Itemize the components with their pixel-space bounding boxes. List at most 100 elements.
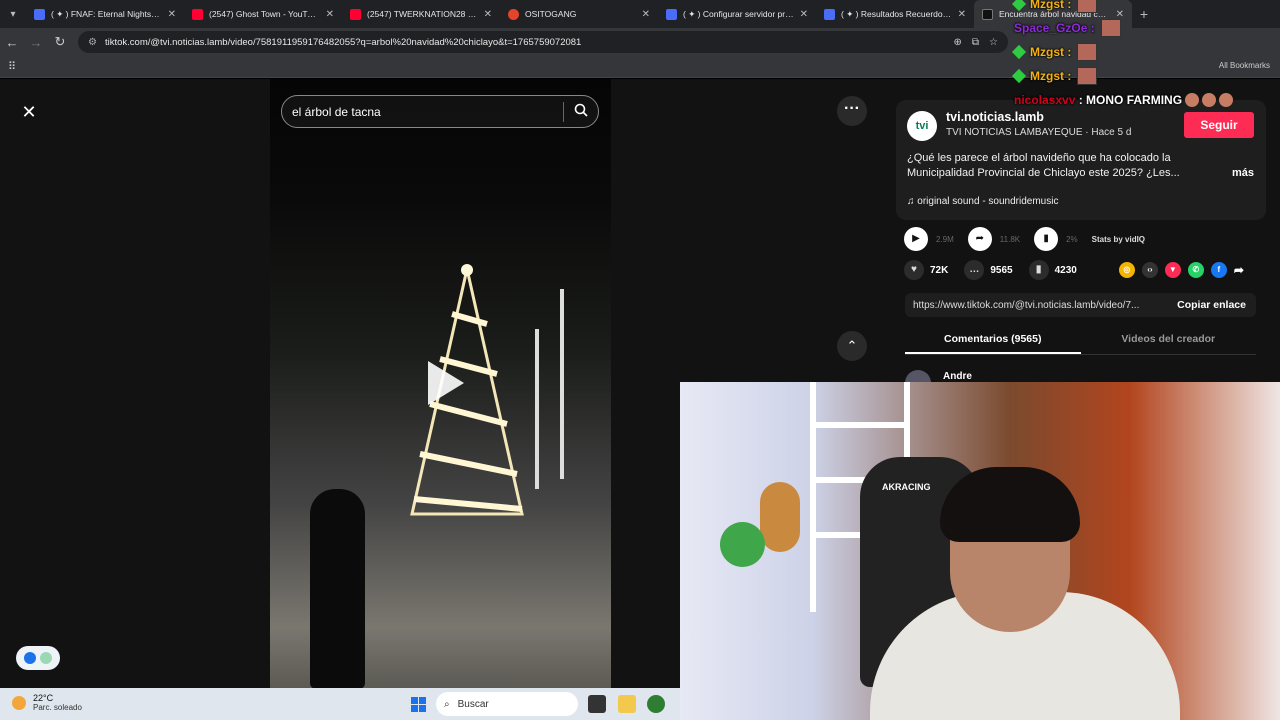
copy-link-button[interactable]: Copiar enlace	[1167, 299, 1256, 311]
forward-button[interactable]: →	[24, 35, 48, 50]
emote-icon	[1077, 0, 1098, 13]
share-count: 11.8K	[999, 234, 1021, 244]
search-icon: ⌕	[444, 698, 450, 710]
address-bar[interactable]: ⚙ tiktok.com/@tvi.noticias.lamb/video/75…	[78, 31, 1008, 53]
tab-5[interactable]: ( ✦ ) Resultados Recuerdos v0. ✕	[816, 0, 974, 28]
search-input[interactable]: el árbol de tacna	[292, 105, 563, 119]
sound-title: original sound - soundridemusic	[917, 196, 1059, 207]
windows-taskbar: 22°C Parc. soleado ⌕ Buscar	[0, 688, 680, 720]
share-icon[interactable]: ➦	[1234, 263, 1244, 277]
youtube-icon	[192, 8, 203, 20]
install-icon[interactable]: ⧉	[972, 37, 979, 48]
weather-widget[interactable]: 22°C Parc. soleado	[12, 693, 82, 712]
emote-icon	[1100, 19, 1121, 37]
creator-username[interactable]: tvi.noticias.lamb	[946, 110, 1044, 124]
close-tab-icon[interactable]: ✕	[958, 9, 966, 20]
tab-4[interactable]: ( ✦ ) Configurar servidor privad ✕	[658, 0, 816, 28]
close-video-button[interactable]: ✕	[18, 101, 40, 123]
video-description: ¿Qué les parece el árbol navideño que ha…	[907, 152, 1180, 179]
back-button[interactable]: ←	[0, 35, 24, 50]
chat-message: MONO FARMING	[1086, 93, 1183, 107]
extension-widget[interactable]	[16, 646, 60, 670]
christmas-tree-graphic	[410, 264, 524, 516]
chrome-icon[interactable]	[647, 695, 665, 713]
embed-icon[interactable]: ‹›	[1141, 262, 1158, 278]
more-options-button[interactable]: ···	[837, 96, 867, 126]
reload-button[interactable]: ↻	[48, 34, 72, 50]
vidiq-label[interactable]: Stats by vidIQ	[1092, 235, 1145, 244]
commenter-name[interactable]: Andre	[905, 371, 972, 382]
chat-line: Mzgst :	[1011, 42, 1098, 62]
bookmark-star-icon[interactable]: ☆	[989, 37, 998, 48]
chair-brand: AKRACING	[882, 482, 931, 492]
task-view-icon[interactable]	[588, 695, 606, 713]
zoom-icon[interactable]: ⊕	[954, 37, 962, 48]
apps-grid-icon[interactable]: ⠿	[8, 60, 16, 73]
close-tab-icon[interactable]: ✕	[168, 9, 176, 20]
comment-icon[interactable]: …	[964, 260, 985, 280]
power-icon	[40, 652, 52, 664]
chat-user: Mzgst	[1030, 0, 1064, 11]
chat-user: nicolasxvv	[1014, 93, 1076, 107]
chat-line: Mzgst :	[1011, 66, 1098, 86]
play-icon[interactable]	[428, 361, 464, 405]
comments-tabs: Comentarios (9565) Videos del creador	[905, 325, 1256, 355]
creator-card: tvi tvi.noticias.lamb TVI NOTICIAS LAMBA…	[896, 100, 1266, 220]
tab-favicon	[34, 8, 45, 20]
tab-title: ( ✦ ) Resultados Recuerdos v0.	[841, 8, 952, 19]
chat-user: Mzgst	[1030, 69, 1064, 83]
tab-comments[interactable]: Comentarios (9565)	[905, 325, 1081, 354]
taskbar-search[interactable]: ⌕ Buscar	[436, 692, 578, 716]
tab-creator-videos[interactable]: Videos del creador	[1081, 325, 1257, 354]
streamer-hair	[940, 467, 1080, 542]
save-count: 4230	[1054, 264, 1077, 276]
windows-start-icon[interactable]	[411, 697, 426, 712]
site-info-icon[interactable]: ⚙	[88, 37, 97, 48]
sound-link[interactable]: ♫ original sound - soundridemusic	[907, 196, 1058, 207]
stream-chat-overlay: Mzgst : Space_GzOe : Mzgst : Mzgst : nic…	[1010, 0, 1280, 110]
tab-title: OSITOGANG	[525, 9, 577, 19]
tab-title: (2547) TWERKNATION28 - N	[367, 9, 478, 19]
tab-favicon	[666, 8, 677, 20]
badge-icon	[1011, 0, 1027, 12]
coin-icon[interactable]: ◎	[1118, 262, 1135, 278]
tab-favicon	[824, 8, 835, 20]
tab-title: ( ✦ ) FNAF: Eternal Nights 🌧 - R	[51, 8, 162, 19]
tab-1[interactable]: (2547) Ghost Town - YouTube ✕	[184, 0, 342, 28]
tab-2[interactable]: (2547) TWERKNATION28 - N ✕	[342, 0, 500, 28]
guitar-graphic	[760, 482, 800, 552]
bar-chart-icon: ▮	[1034, 227, 1059, 251]
reddit-icon	[508, 8, 519, 20]
previous-video-button[interactable]: ⌃	[837, 331, 867, 361]
comment-count: 9565	[990, 264, 1013, 276]
chat-line: Space_GzOe :	[1014, 18, 1121, 38]
whatsapp-icon[interactable]: ✆	[1187, 262, 1204, 278]
engagement-row: ♥ 72K … 9565 ▮ 4230 ◎ ‹› ▼ ✆ f ➦	[904, 259, 1244, 281]
close-tab-icon[interactable]: ✕	[484, 9, 492, 20]
follow-button[interactable]: Seguir	[1184, 112, 1254, 138]
avatar[interactable]: tvi	[907, 111, 937, 141]
bookmark-icon[interactable]: ▮	[1028, 260, 1049, 280]
chat-line: nicolasxvv : MONO FARMING	[1014, 90, 1234, 110]
copy-link-bar: https://www.tiktok.com/@tvi.noticias.lam…	[905, 293, 1256, 317]
file-explorer-icon[interactable]	[618, 695, 636, 713]
monkey-emoji-icon	[1219, 93, 1234, 107]
heart-icon[interactable]: ♥	[904, 260, 924, 280]
monkey-emoji-icon	[1202, 93, 1217, 107]
tab-search-icon[interactable]: ▾	[0, 0, 26, 28]
chat-line: Mzgst :	[1011, 0, 1098, 14]
close-tab-icon[interactable]: ✕	[642, 9, 650, 20]
video-search-bar[interactable]: el árbol de tacna	[281, 95, 599, 128]
facebook-icon[interactable]: f	[1210, 262, 1227, 278]
more-link[interactable]: más	[1232, 167, 1254, 179]
tab-3[interactable]: OSITOGANG ✕	[500, 0, 658, 28]
close-tab-icon[interactable]: ✕	[800, 9, 808, 20]
search-icon[interactable]	[574, 103, 588, 120]
tab-title: (2547) Ghost Town - YouTube	[209, 9, 320, 19]
close-tab-icon[interactable]: ✕	[326, 9, 334, 20]
video-player[interactable]: el árbol de tacna	[270, 79, 611, 688]
person-silhouette	[310, 489, 365, 688]
extension-icon	[24, 652, 36, 664]
tab-0[interactable]: ( ✦ ) FNAF: Eternal Nights 🌧 - R ✕	[26, 0, 184, 28]
repost-icon[interactable]: ▼	[1164, 262, 1181, 278]
